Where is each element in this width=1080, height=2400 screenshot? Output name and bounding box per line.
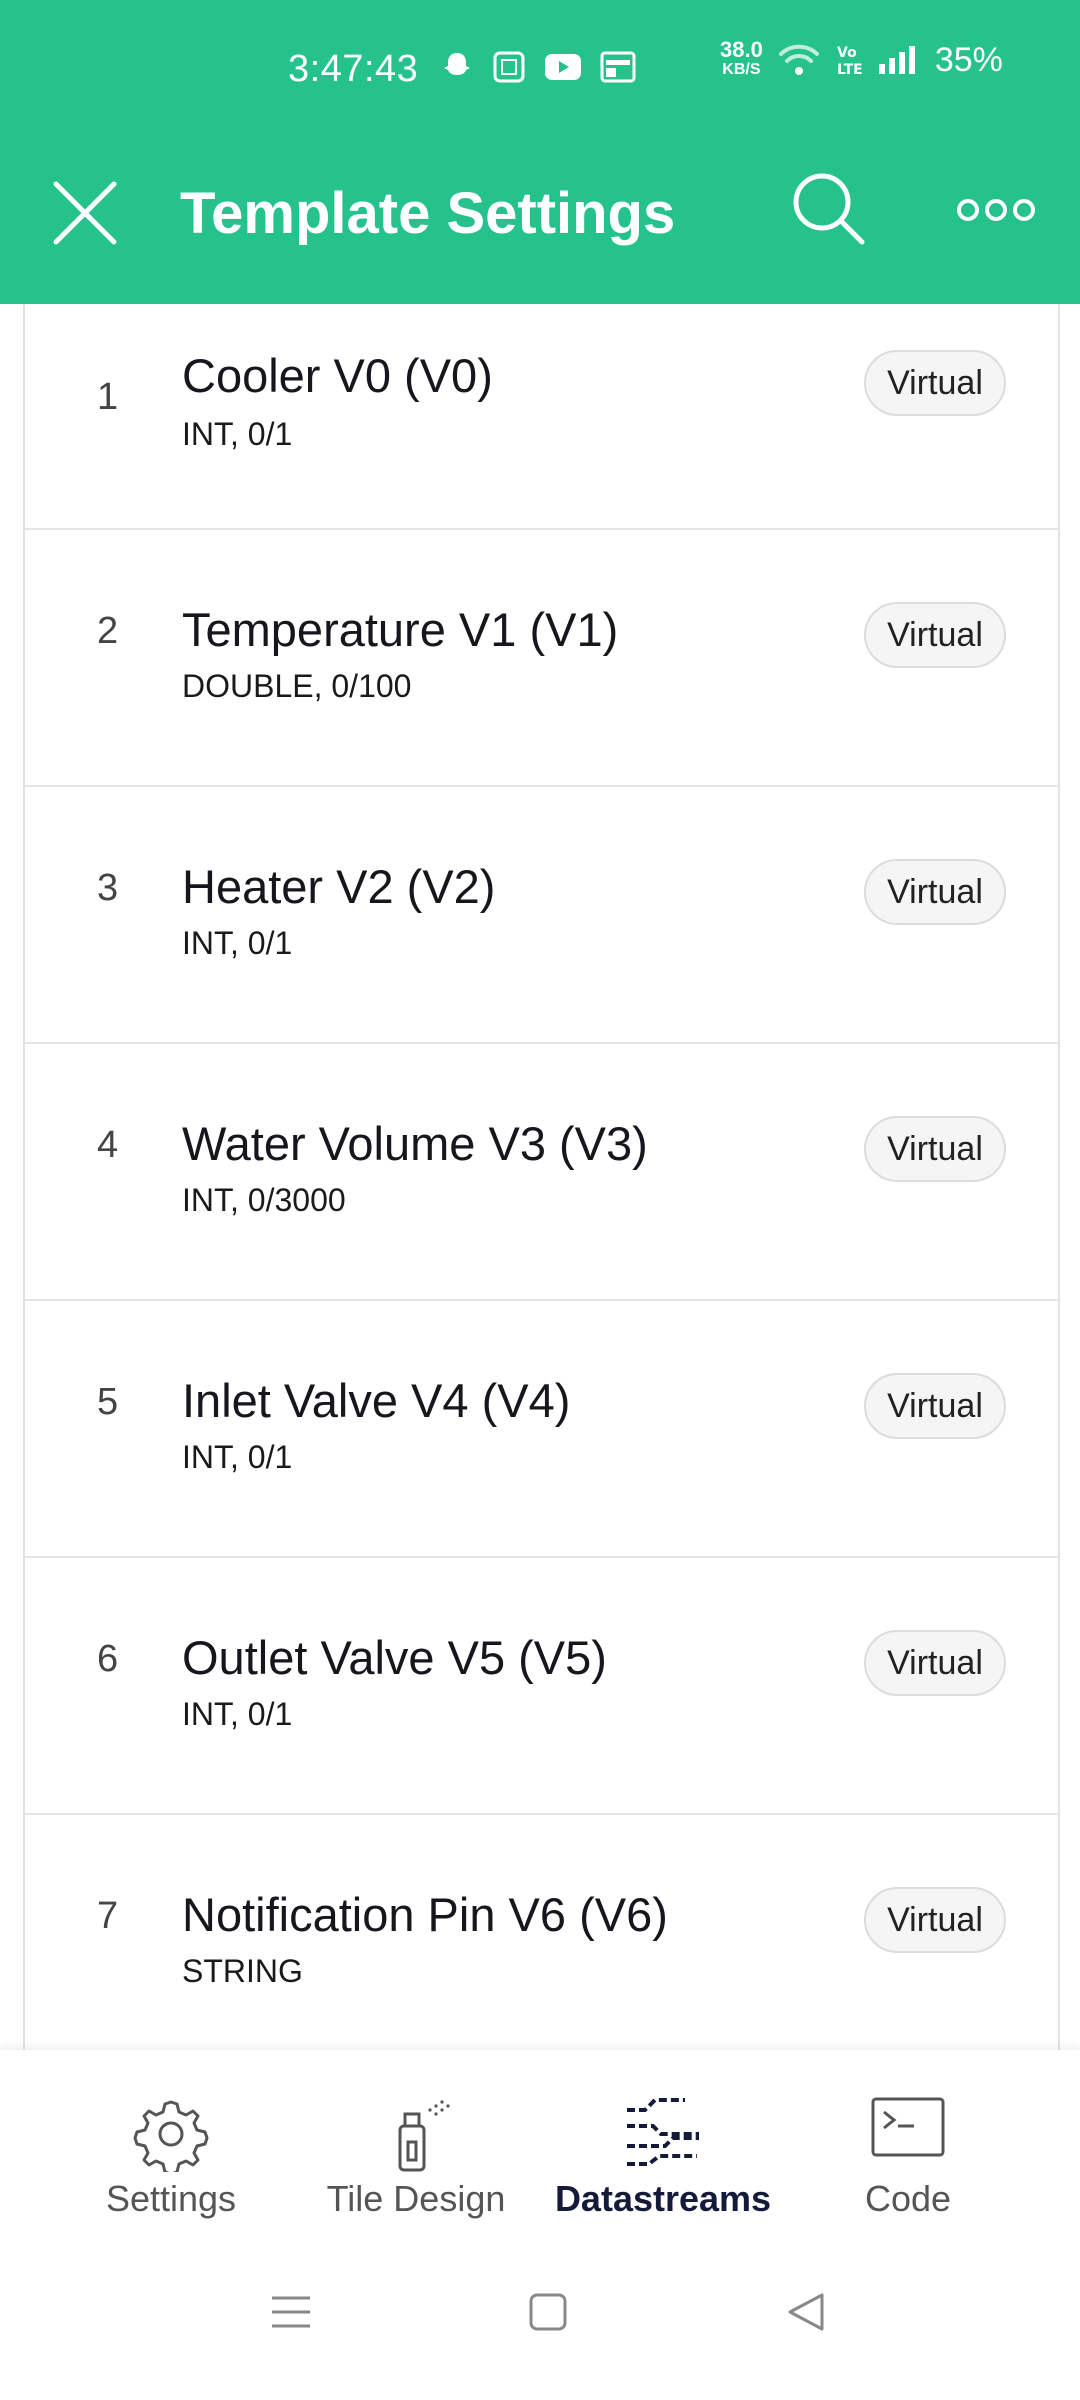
- network-speed: 38.0 KB/S: [720, 37, 763, 80]
- search-button[interactable]: [788, 168, 868, 248]
- datastream-type: INT, 0/3000: [182, 1182, 346, 1218]
- news-icon: [600, 51, 636, 83]
- bottom-navigation: Settings Tile Design Datastreams Code: [0, 2050, 1080, 2250]
- datastream-name: Inlet Valve V4 (V4): [182, 1374, 571, 1427]
- datastream-row[interactable]: 2 Temperature V1 (V1) DOUBLE, 0/100 Virt…: [25, 530, 1058, 787]
- gear-icon: [133, 2100, 209, 2172]
- datastreams-icon: [627, 2098, 699, 2166]
- snapchat-icon: [444, 53, 470, 75]
- tab-code[interactable]: Code: [798, 2050, 1018, 2250]
- datastream-type: INT, 0/1: [182, 416, 293, 452]
- row-number: 5: [97, 1381, 119, 1423]
- wifi-icon: [778, 44, 819, 75]
- tab-label: Settings: [105, 2178, 237, 2219]
- home-square-icon: [529, 2293, 567, 2331]
- page-title: Template Settings: [180, 181, 676, 246]
- svg-text:LTE: LTE: [837, 62, 863, 78]
- notification-icons: [440, 50, 636, 84]
- datastream-name: Water Volume V3 (V3): [182, 1117, 648, 1170]
- close-icon: [53, 181, 117, 245]
- datastream-type: INT, 0/1: [182, 1439, 293, 1475]
- datastream-row[interactable]: 4 Water Volume V3 (V3) INT, 0/3000 Virtu…: [25, 1044, 1058, 1301]
- tab-label: Code: [864, 2178, 952, 2219]
- spray-can-icon: [398, 2100, 450, 2172]
- datastream-row[interactable]: 5 Inlet Valve V4 (V4) INT, 0/1 Virtual: [25, 1301, 1058, 1558]
- speed-unit: KB/S: [722, 61, 761, 78]
- datastream-name: Temperature V1 (V1): [182, 603, 619, 656]
- tab-tile-design[interactable]: Tile Design: [306, 2050, 526, 2250]
- pin-type-badge: Virtual: [864, 350, 1006, 416]
- row-number: 2: [97, 610, 119, 652]
- datastream-row[interactable]: 3 Heater V2 (V2) INT, 0/1 Virtual: [25, 787, 1058, 1044]
- tab-label: Tile Design: [326, 2178, 506, 2219]
- menu-icon: [272, 2296, 310, 2328]
- recents-button[interactable]: [270, 2292, 312, 2337]
- pin-type-badge: Virtual: [864, 1116, 1006, 1182]
- battery-level: 35%: [934, 40, 1003, 79]
- row-number: 4: [97, 1124, 119, 1166]
- datastream-type: STRING: [182, 1953, 303, 1989]
- datastream-name: Notification Pin V6 (V6): [182, 1888, 668, 1941]
- system-navigation: [0, 2250, 1080, 2400]
- more-icon: [957, 199, 1035, 221]
- pin-type-badge: Virtual: [864, 1373, 1006, 1439]
- more-button[interactable]: [956, 190, 1036, 230]
- back-button[interactable]: [786, 2292, 826, 2337]
- pin-type-badge: Virtual: [864, 859, 1006, 925]
- datastream-type: DOUBLE, 0/100: [182, 668, 412, 704]
- row-number: 3: [97, 867, 119, 909]
- svg-text:Vo: Vo: [837, 45, 857, 61]
- pin-type-badge: Virtual: [864, 602, 1006, 668]
- row-number: 1: [97, 376, 119, 418]
- datastream-type: INT, 0/1: [182, 1696, 293, 1732]
- signal-icon: [878, 46, 915, 74]
- datastream-row[interactable]: 7 Notification Pin V6 (V6) STRING Virtua…: [25, 1815, 1058, 2050]
- status-bar: 3:47:43 38.0 KB/S Vo LTE 35%: [0, 0, 1080, 140]
- datastream-row[interactable]: 1 Cooler V0 (V0) INT, 0/1 Virtual: [25, 304, 1058, 530]
- status-time: 3:47:43: [288, 48, 419, 90]
- header: 3:47:43 38.0 KB/S Vo LTE 35% Template Se…: [0, 0, 1080, 304]
- speed-value: 38.0: [720, 37, 763, 62]
- datastream-row[interactable]: 6 Outlet Valve V5 (V5) INT, 0/1 Virtual: [25, 1558, 1058, 1815]
- datastream-name: Cooler V0 (V0): [182, 349, 493, 402]
- tab-label: Datastreams: [554, 2178, 772, 2219]
- close-button[interactable]: [50, 178, 120, 248]
- sim-icon: [493, 51, 525, 83]
- search-icon: [793, 173, 865, 245]
- datastream-type: INT, 0/1: [182, 925, 293, 961]
- volte-icon: Vo LTE: [837, 45, 863, 78]
- terminal-icon: [871, 2097, 945, 2157]
- tab-datastreams[interactable]: Datastreams: [553, 2050, 773, 2250]
- tab-settings[interactable]: Settings: [61, 2050, 281, 2250]
- row-number: 7: [97, 1895, 119, 1937]
- home-button[interactable]: [528, 2292, 568, 2337]
- back-triangle-icon: [788, 2293, 824, 2331]
- datastream-name: Heater V2 (V2): [182, 860, 496, 913]
- system-status: 38.0 KB/S Vo LTE 35%: [720, 37, 1003, 80]
- pin-type-badge: Virtual: [864, 1887, 1006, 1953]
- youtube-icon: [545, 54, 581, 80]
- datastream-list: 1 Cooler V0 (V0) INT, 0/1 Virtual 2 Temp…: [23, 304, 1060, 2050]
- datastream-name: Outlet Valve V5 (V5): [182, 1631, 607, 1684]
- row-number: 6: [97, 1638, 119, 1680]
- pin-type-badge: Virtual: [864, 1630, 1006, 1696]
